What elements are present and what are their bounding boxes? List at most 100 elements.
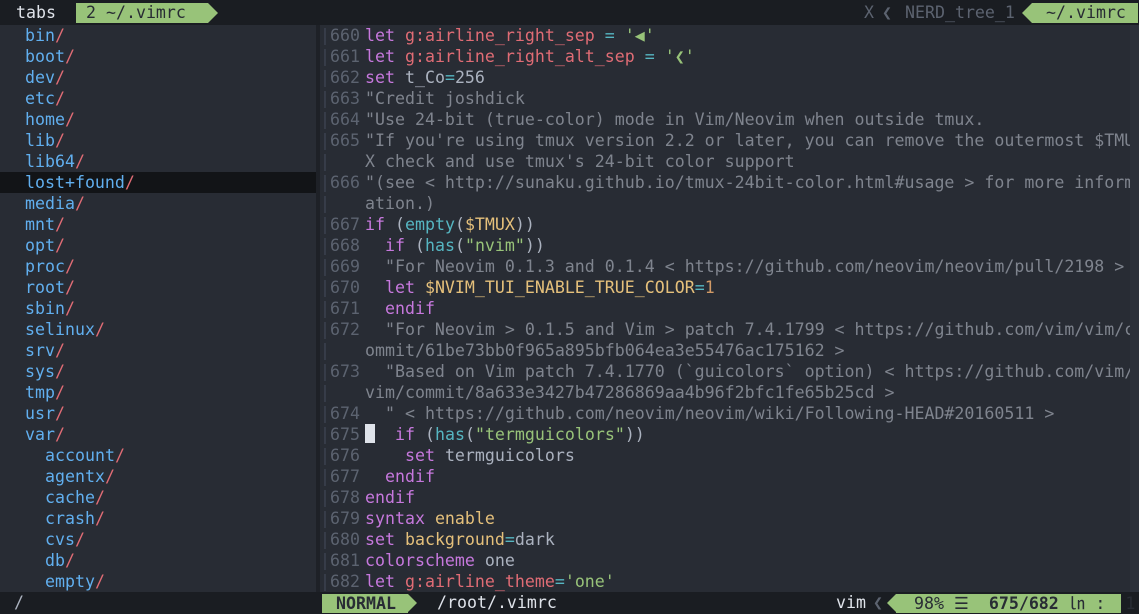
code-line[interactable]: | 671 endif	[320, 298, 1139, 319]
code-line[interactable]: | 667 if (empty($TMUX))	[320, 214, 1139, 235]
tree-item-slash: /	[54, 68, 65, 87]
tree-item-name: cache	[45, 488, 95, 507]
tree-item[interactable]: dev/	[0, 67, 316, 88]
tree-item[interactable]: usr/	[0, 403, 316, 424]
position-section: 98% ☰ 675/682 ㏑ : 1	[887, 594, 1135, 613]
tree-item[interactable]: opt/	[0, 235, 316, 256]
buffer-nerdtree[interactable]: NERD_tree_1	[905, 0, 1015, 25]
tree-item[interactable]: selinux/	[0, 319, 316, 340]
tree-item[interactable]: crash/	[0, 508, 316, 529]
code-token: if	[365, 215, 395, 234]
tree-item[interactable]: sbin/	[0, 298, 316, 319]
code-line[interactable]: | 664 "Use 24-bit (true-color) mode in Vim…	[320, 109, 1139, 130]
tree-item[interactable]: agentx/	[0, 466, 316, 487]
tree-item[interactable]: srv/	[0, 340, 316, 361]
tree-item[interactable]: var/	[0, 424, 316, 445]
code-line[interactable]: | 665 "If you're using tmux version 2.2 or…	[320, 130, 1139, 151]
code-line[interactable]: | 682 let g:airline_theme='one'	[320, 571, 1139, 592]
line-number: 663	[330, 89, 360, 108]
tree-item[interactable]: bin/	[0, 25, 316, 46]
line-number: 669	[330, 257, 360, 276]
code-token: set	[404, 446, 445, 465]
code-line[interactable]: | 672 "For Neovim > 0.1.5 and Vim > patch…	[320, 319, 1139, 340]
buffer-vimrc[interactable]: ~/.vimrc	[1022, 3, 1138, 23]
code-line[interactable]: | X check and use tmux's 24-bit color sup…	[320, 151, 1139, 172]
tree-item[interactable]: tmp/	[0, 382, 316, 403]
scrollbar[interactable]	[1130, 25, 1139, 592]
code-line[interactable]: | vim/commit/8a633e3427b47286869aa4b96f2b…	[320, 382, 1139, 403]
tree-item[interactable]: sys/	[0, 361, 316, 382]
tree-item[interactable]: mnt/	[0, 214, 316, 235]
code-token: "If you're using tmux version 2.2 or lat…	[365, 131, 1135, 150]
tree-item-wrap: selinux/	[25, 319, 105, 340]
tree-item-wrap: account/	[45, 445, 125, 466]
code-text: endif	[365, 487, 415, 508]
code-line[interactable]: | 681 colorscheme one	[320, 550, 1139, 571]
tree-item[interactable]: cvs/	[0, 529, 316, 550]
line-number: 665	[330, 131, 360, 150]
code-token: "termguicolors"	[474, 425, 625, 444]
tree-item-name: bin	[25, 26, 55, 45]
code-line[interactable]: | 663 "Credit joshdick	[320, 88, 1139, 109]
code-token: 'one'	[564, 572, 615, 591]
code-line[interactable]: | 662 set t_Co=256	[320, 67, 1139, 88]
code-token: colorscheme	[365, 551, 485, 570]
code-line[interactable]: | ation.)	[320, 193, 1139, 214]
code-line[interactable]: | 670 let $NVIM_TUI_ENABLE_TRUE_COLOR=1	[320, 277, 1139, 298]
tree-item-wrap: proc/	[25, 256, 75, 277]
tree-item[interactable]: cache/	[0, 487, 316, 508]
code-line[interactable]: | 666 "(see < http://sunaku.github.io/tmux…	[320, 172, 1139, 193]
code-text: "(see < http://sunaku.github.io/tmux-24b…	[365, 172, 1134, 193]
tree-item-slash: /	[64, 551, 75, 570]
code-line[interactable]: | 660 let g:airline_right_sep = '◀'	[320, 25, 1139, 46]
tree-item[interactable]: root/	[0, 277, 316, 298]
code-line[interactable]: | 674 " < https://github.com/neovim/neovi…	[320, 403, 1139, 424]
code-line[interactable]: | 677 endif	[320, 466, 1139, 487]
code-token: (	[414, 236, 425, 255]
tree-item-slash: /	[64, 278, 75, 297]
code-token: "For Neovim > 0.1.5 and Vim > patch 7.4.…	[365, 320, 1135, 339]
code-token: let	[365, 47, 405, 66]
tree-item-wrap: cvs/	[45, 529, 85, 550]
code-token: $TMUX	[464, 215, 515, 234]
line-number: 675	[330, 425, 360, 444]
tree-item[interactable]: etc/	[0, 88, 316, 109]
code-text: ommit/61be73bb0f965a895bfb064ea3e55476ac…	[365, 340, 845, 361]
tree-item[interactable]: boot/	[0, 46, 316, 67]
code-token: '	[644, 26, 655, 45]
tree-item[interactable]: lib64/	[0, 151, 316, 172]
code-line[interactable]: | 680 set background=dark	[320, 529, 1139, 550]
tree-item[interactable]: home/	[0, 109, 316, 130]
tree-item-wrap: dev/	[25, 67, 65, 88]
tree-item[interactable]: empty/	[0, 571, 316, 592]
tabline: tabs 2 ~/.vimrc X ❮ NERD_tree_1 ~/.vimrc	[0, 0, 1139, 25]
tree-item[interactable]: account/	[0, 445, 316, 466]
code-text: "For Neovim 0.1.3 and 0.1.4 < https://gi…	[365, 256, 1124, 277]
code-line[interactable]: | ommit/61be73bb0f965a895bfb064ea3e55476a…	[320, 340, 1139, 361]
line-number: 682	[330, 572, 360, 591]
tree-item[interactable]: lib/	[0, 130, 316, 151]
code-line[interactable]: | 669 "For Neovim 0.1.3 and 0.1.4 < https…	[320, 256, 1139, 277]
nerdtree-path: /	[14, 593, 24, 612]
code-line[interactable]: | 661 let g:airline_right_alt_sep = '❮'	[320, 46, 1139, 67]
code-line[interactable]: | 679 syntax enable	[320, 508, 1139, 529]
code-line[interactable]: | 673 "Based on Vim patch 7.4.1770 (`guic…	[320, 361, 1139, 382]
tree-item[interactable]: proc/	[0, 256, 316, 277]
tree-item[interactable]: media/	[0, 193, 316, 214]
code-line[interactable]: | 668 if (has("nvim"))	[320, 235, 1139, 256]
code-line[interactable]: | 675 if (has("termguicolors"))	[320, 424, 1139, 445]
close-tab-button[interactable]: X	[864, 0, 874, 25]
tree-item-slash: /	[54, 89, 65, 108]
tab-vimrc[interactable]: 2 ~/.vimrc	[76, 3, 218, 23]
editor-window[interactable]: | 660 let g:airline_right_sep = '◀' | 661 let…	[320, 25, 1139, 592]
code-line[interactable]: | 676 set termguicolors	[320, 445, 1139, 466]
code-token: ation.)	[365, 194, 435, 213]
gutter-divider: |	[320, 194, 330, 213]
tree-item[interactable]: lost+found/	[0, 172, 316, 193]
code-token: has	[434, 425, 465, 444]
code-token: set	[365, 68, 405, 87]
code-line[interactable]: | 678 endif	[320, 487, 1139, 508]
tree-item[interactable]: db/	[0, 550, 316, 571]
